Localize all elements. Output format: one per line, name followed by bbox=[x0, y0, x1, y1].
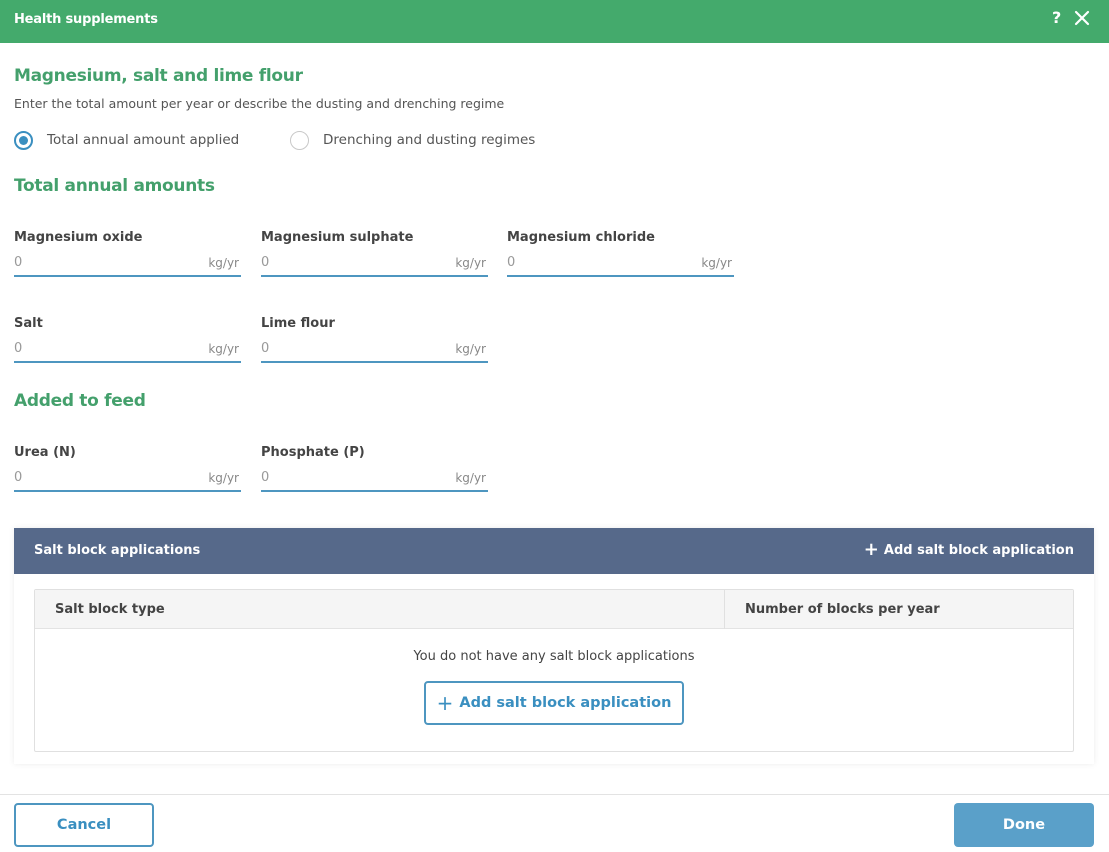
input-value: 0 bbox=[14, 255, 23, 270]
field-label: Lime flour bbox=[261, 316, 335, 331]
salt-input[interactable]: 0 kg/yr bbox=[14, 336, 241, 363]
radio-checked-icon bbox=[14, 130, 33, 150]
unit-label: kg/yr bbox=[208, 470, 239, 485]
phosphate-input[interactable]: 0 kg/yr bbox=[261, 465, 488, 492]
radio-label: Total annual amount applied bbox=[47, 132, 240, 148]
salt-block-panel-title: Salt block applications bbox=[34, 543, 201, 558]
field-label: Salt bbox=[14, 316, 43, 331]
input-value: 0 bbox=[261, 341, 270, 356]
magnesium-oxide-input[interactable]: 0 kg/yr bbox=[14, 250, 241, 277]
column-header-salt-block-type: Salt block type bbox=[55, 602, 165, 617]
unit-label: kg/yr bbox=[701, 255, 732, 270]
field-label: Magnesium oxide bbox=[14, 230, 143, 245]
magnesium-chloride-input[interactable]: 0 kg/yr bbox=[507, 250, 734, 277]
radio-total-annual-amount[interactable]: Total annual amount applied bbox=[14, 130, 239, 150]
close-icon[interactable] bbox=[1074, 10, 1090, 26]
plus-icon: + bbox=[863, 539, 879, 560]
unit-label: kg/yr bbox=[208, 341, 239, 356]
salt-block-table: Salt block type Number of blocks per yea… bbox=[34, 589, 1074, 752]
add-salt-block-header-button[interactable]: + Add salt block application bbox=[864, 541, 1074, 559]
field-label: Magnesium chloride bbox=[507, 230, 655, 245]
unit-label: kg/yr bbox=[455, 341, 486, 356]
empty-state-message: You do not have any salt block applicati… bbox=[413, 649, 695, 664]
cancel-button[interactable]: Cancel bbox=[14, 803, 154, 847]
section-description: Enter the total amount per year or descr… bbox=[14, 96, 505, 111]
input-value: 0 bbox=[261, 470, 270, 485]
unit-label: kg/yr bbox=[455, 470, 486, 485]
dialog-title: Health supplements bbox=[14, 12, 158, 27]
field-label: Phosphate (P) bbox=[261, 445, 365, 460]
question-mark-icon[interactable]: ? bbox=[1052, 8, 1061, 27]
radio-unchecked-icon bbox=[290, 130, 309, 150]
column-divider bbox=[724, 590, 725, 629]
column-header-blocks-per-year: Number of blocks per year bbox=[745, 602, 940, 617]
table-header: Salt block type Number of blocks per yea… bbox=[35, 590, 1073, 629]
done-button[interactable]: Done bbox=[954, 803, 1094, 847]
salt-block-panel: Salt block applications + Add salt block… bbox=[14, 528, 1094, 764]
salt-block-panel-header: Salt block applications + Add salt block… bbox=[14, 528, 1094, 574]
field-label: Magnesium sulphate bbox=[261, 230, 414, 245]
add-salt-block-label: Add salt block application bbox=[883, 542, 1074, 558]
input-value: 0 bbox=[261, 255, 270, 270]
input-value: 0 bbox=[14, 470, 23, 485]
radio-drenching-dusting[interactable]: Drenching and dusting regimes bbox=[290, 130, 535, 150]
section-heading-totals: Total annual amounts bbox=[14, 176, 215, 196]
unit-label: kg/yr bbox=[208, 255, 239, 270]
section-heading-feed: Added to feed bbox=[14, 391, 146, 411]
urea-input[interactable]: 0 kg/yr bbox=[14, 465, 241, 492]
section-heading-magnesium: Magnesium, salt and lime flour bbox=[14, 66, 303, 86]
field-label: Urea (N) bbox=[14, 445, 76, 460]
input-value: 0 bbox=[507, 255, 516, 270]
magnesium-sulphate-input[interactable]: 0 kg/yr bbox=[261, 250, 488, 277]
footer-divider bbox=[0, 794, 1109, 795]
plus-icon: + bbox=[436, 691, 454, 715]
lime-flour-input[interactable]: 0 kg/yr bbox=[261, 336, 488, 363]
add-salt-block-button[interactable]: + Add salt block application bbox=[424, 681, 684, 725]
add-salt-block-button-label: Add salt block application bbox=[459, 695, 672, 711]
radio-label: Drenching and dusting regimes bbox=[323, 132, 536, 148]
input-value: 0 bbox=[14, 341, 23, 356]
dialog-header: Health supplements ? bbox=[0, 0, 1109, 43]
unit-label: kg/yr bbox=[455, 255, 486, 270]
